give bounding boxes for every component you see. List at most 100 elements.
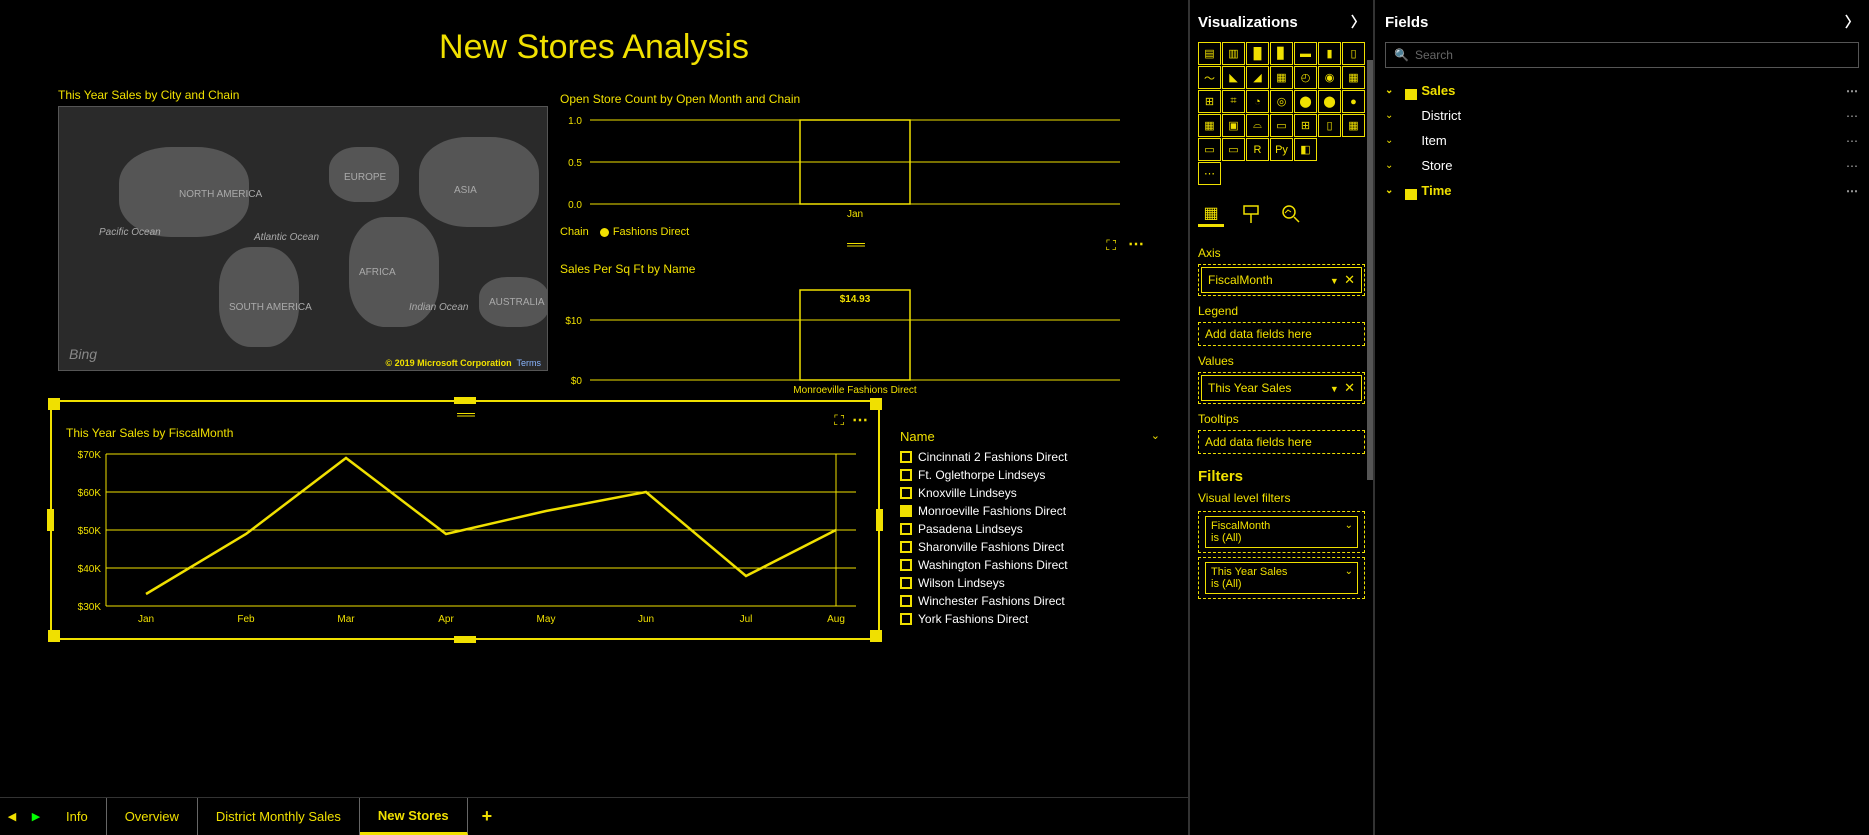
resize-handle-icon[interactable]: ══ (847, 236, 863, 252)
field-table[interactable]: ⌄Item⋯ (1385, 128, 1859, 153)
field-more-icon[interactable]: ⋯ (1846, 184, 1859, 198)
viz-type-button[interactable]: ▤ (1198, 42, 1221, 65)
slicer-item[interactable]: Pasadena Lindseys (900, 520, 1160, 538)
remove-field-icon[interactable]: ✕ (1344, 380, 1355, 395)
viz-type-button[interactable]: ⬤ (1318, 90, 1341, 113)
checkbox-icon[interactable] (900, 595, 912, 607)
viz-type-button[interactable]: Py (1270, 138, 1293, 161)
chevron-down-icon[interactable]: ⌄ (1345, 566, 1353, 577)
viz-type-button[interactable]: ▭ (1270, 114, 1293, 137)
viz-type-button[interactable]: ▦ (1198, 114, 1221, 137)
field-table[interactable]: ⌄Time⋯ (1385, 178, 1859, 203)
viz-type-button[interactable]: R (1246, 138, 1269, 161)
more-viz-icon[interactable]: ⋯ (1198, 162, 1221, 185)
analytics-tab-icon[interactable] (1278, 201, 1304, 227)
viz-type-button[interactable]: ⊞ (1294, 114, 1317, 137)
slicer-item[interactable]: Ft. Oglethorpe Lindseys (900, 466, 1160, 484)
checkbox-icon[interactable] (900, 505, 912, 517)
next-page-arrow-icon[interactable]: ▶ (24, 798, 48, 835)
line-chart-visual[interactable]: ══ ⛶ ⋯ This Year Sales by FiscalMonth $7… (50, 400, 880, 640)
viz-type-button[interactable]: ▥ (1222, 42, 1245, 65)
viz-type-button[interactable]: ▦ (1342, 66, 1365, 89)
viz-type-button[interactable]: ▊ (1270, 42, 1293, 65)
checkbox-icon[interactable] (900, 523, 912, 535)
chevron-down-icon[interactable]: ⌄ (1385, 185, 1393, 196)
viz-type-button[interactable]: ◢ (1246, 66, 1269, 89)
checkbox-icon[interactable] (900, 451, 912, 463)
chevron-down-icon[interactable]: ▼ (1330, 384, 1339, 394)
bar-chart-visual[interactable]: Sales Per Sq Ft by Name $0 $10 $14.93 Mo… (560, 262, 1150, 397)
axis-field-pill[interactable]: FiscalMonth ▼ ✕ (1201, 267, 1362, 293)
viz-type-button[interactable]: ◉ (1318, 66, 1341, 89)
more-options-icon[interactable]: ⋯ (1128, 234, 1144, 254)
viz-type-button[interactable]: ⌓ (1246, 114, 1269, 137)
viz-type-button[interactable]: ▦ (1270, 66, 1293, 89)
slicer-item[interactable]: Monroeville Fashions Direct (900, 502, 1160, 520)
checkbox-icon[interactable] (900, 577, 912, 589)
tooltips-well[interactable]: Add data fields here (1198, 430, 1365, 454)
chevron-down-icon[interactable]: ▼ (1330, 276, 1339, 286)
map-terms-link[interactable]: Terms (517, 358, 542, 368)
viz-type-button[interactable]: ◣ (1222, 66, 1245, 89)
column-chart-visual[interactable]: Open Store Count by Open Month and Chain… (560, 92, 1150, 252)
checkbox-icon[interactable] (900, 559, 912, 571)
collapse-pane-icon[interactable]: 〉 (1845, 12, 1859, 32)
chevron-down-icon[interactable]: ⌄ (1151, 429, 1160, 444)
values-field-pill[interactable]: This Year Sales ▼ ✕ (1201, 375, 1362, 401)
legend-well[interactable]: Add data fields here (1198, 322, 1365, 346)
viz-type-button[interactable]: ◔ (1246, 90, 1269, 113)
viz-type-button[interactable]: █ (1246, 42, 1269, 65)
viz-type-button[interactable]: ▭ (1198, 138, 1221, 161)
page-tab[interactable]: District Monthly Sales (198, 798, 360, 835)
viz-type-button[interactable]: ● (1342, 90, 1365, 113)
format-tab-icon[interactable] (1238, 201, 1264, 227)
viz-type-button[interactable]: ▭ (1222, 138, 1245, 161)
chevron-down-icon[interactable]: ⌄ (1385, 160, 1393, 171)
checkbox-icon[interactable] (900, 487, 912, 499)
checkbox-icon[interactable] (900, 541, 912, 553)
filter-card[interactable]: This Year Sales is (All) ⌄ (1198, 557, 1365, 599)
map-canvas[interactable]: NORTH AMERICA SOUTH AMERICA EUROPE AFRIC… (58, 106, 548, 371)
prev-page-arrow-icon[interactable]: ◀ (0, 798, 24, 835)
viz-type-button[interactable]: ▣ (1222, 114, 1245, 137)
viz-type-button[interactable]: ◧ (1294, 138, 1317, 161)
viz-type-button[interactable]: ▬ (1294, 42, 1317, 65)
page-tab[interactable]: New Stores (360, 798, 468, 835)
filter-card[interactable]: FiscalMonth is (All) ⌄ (1198, 511, 1365, 553)
chevron-down-icon[interactable]: ⌄ (1345, 520, 1353, 531)
field-more-icon[interactable]: ⋯ (1846, 159, 1859, 173)
map-visual[interactable]: This Year Sales by City and Chain NORTH … (58, 88, 548, 380)
slicer-item[interactable]: Sharonville Fashions Direct (900, 538, 1160, 556)
page-tab[interactable]: Info (48, 798, 107, 835)
viz-type-button[interactable]: ▦ (1342, 114, 1365, 137)
slicer-item[interactable]: Wilson Lindseys (900, 574, 1160, 592)
viz-type-button[interactable]: ⌗ (1222, 90, 1245, 113)
viz-type-button[interactable]: 〜 (1198, 66, 1221, 89)
chevron-down-icon[interactable]: ⌄ (1385, 85, 1393, 96)
field-table[interactable]: ⌄District⋯ (1385, 103, 1859, 128)
slicer-item[interactable]: Winchester Fashions Direct (900, 592, 1160, 610)
field-more-icon[interactable]: ⋯ (1846, 84, 1859, 98)
chevron-down-icon[interactable]: ⌄ (1385, 135, 1393, 146)
slicer-visual[interactable]: Name ⌄ Cincinnati 2 Fashions DirectFt. O… (900, 425, 1160, 628)
page-tab[interactable]: Overview (107, 798, 198, 835)
add-page-button[interactable]: + (468, 798, 507, 835)
field-table[interactable]: ⌄Sales⋯ (1385, 78, 1859, 103)
viz-type-button[interactable]: ▮ (1318, 42, 1341, 65)
field-more-icon[interactable]: ⋯ (1846, 134, 1859, 148)
checkbox-icon[interactable] (900, 469, 912, 481)
field-more-icon[interactable]: ⋯ (1846, 109, 1859, 123)
viz-type-button[interactable]: ▯ (1318, 114, 1341, 137)
scrollbar-thumb[interactable] (1367, 60, 1373, 480)
fields-tab-icon[interactable]: ▦ (1198, 201, 1224, 227)
viz-type-button[interactable]: ◎ (1270, 90, 1293, 113)
collapse-pane-icon[interactable]: 〉 (1351, 12, 1365, 32)
checkbox-icon[interactable] (900, 613, 912, 625)
viz-type-button[interactable]: ⊞ (1198, 90, 1221, 113)
chevron-down-icon[interactable]: ⌄ (1385, 110, 1393, 121)
viz-type-button[interactable]: ▯ (1342, 42, 1365, 65)
slicer-item[interactable]: Washington Fashions Direct (900, 556, 1160, 574)
remove-field-icon[interactable]: ✕ (1344, 272, 1355, 287)
slicer-item[interactable]: Knoxville Lindseys (900, 484, 1160, 502)
slicer-item[interactable]: York Fashions Direct (900, 610, 1160, 628)
